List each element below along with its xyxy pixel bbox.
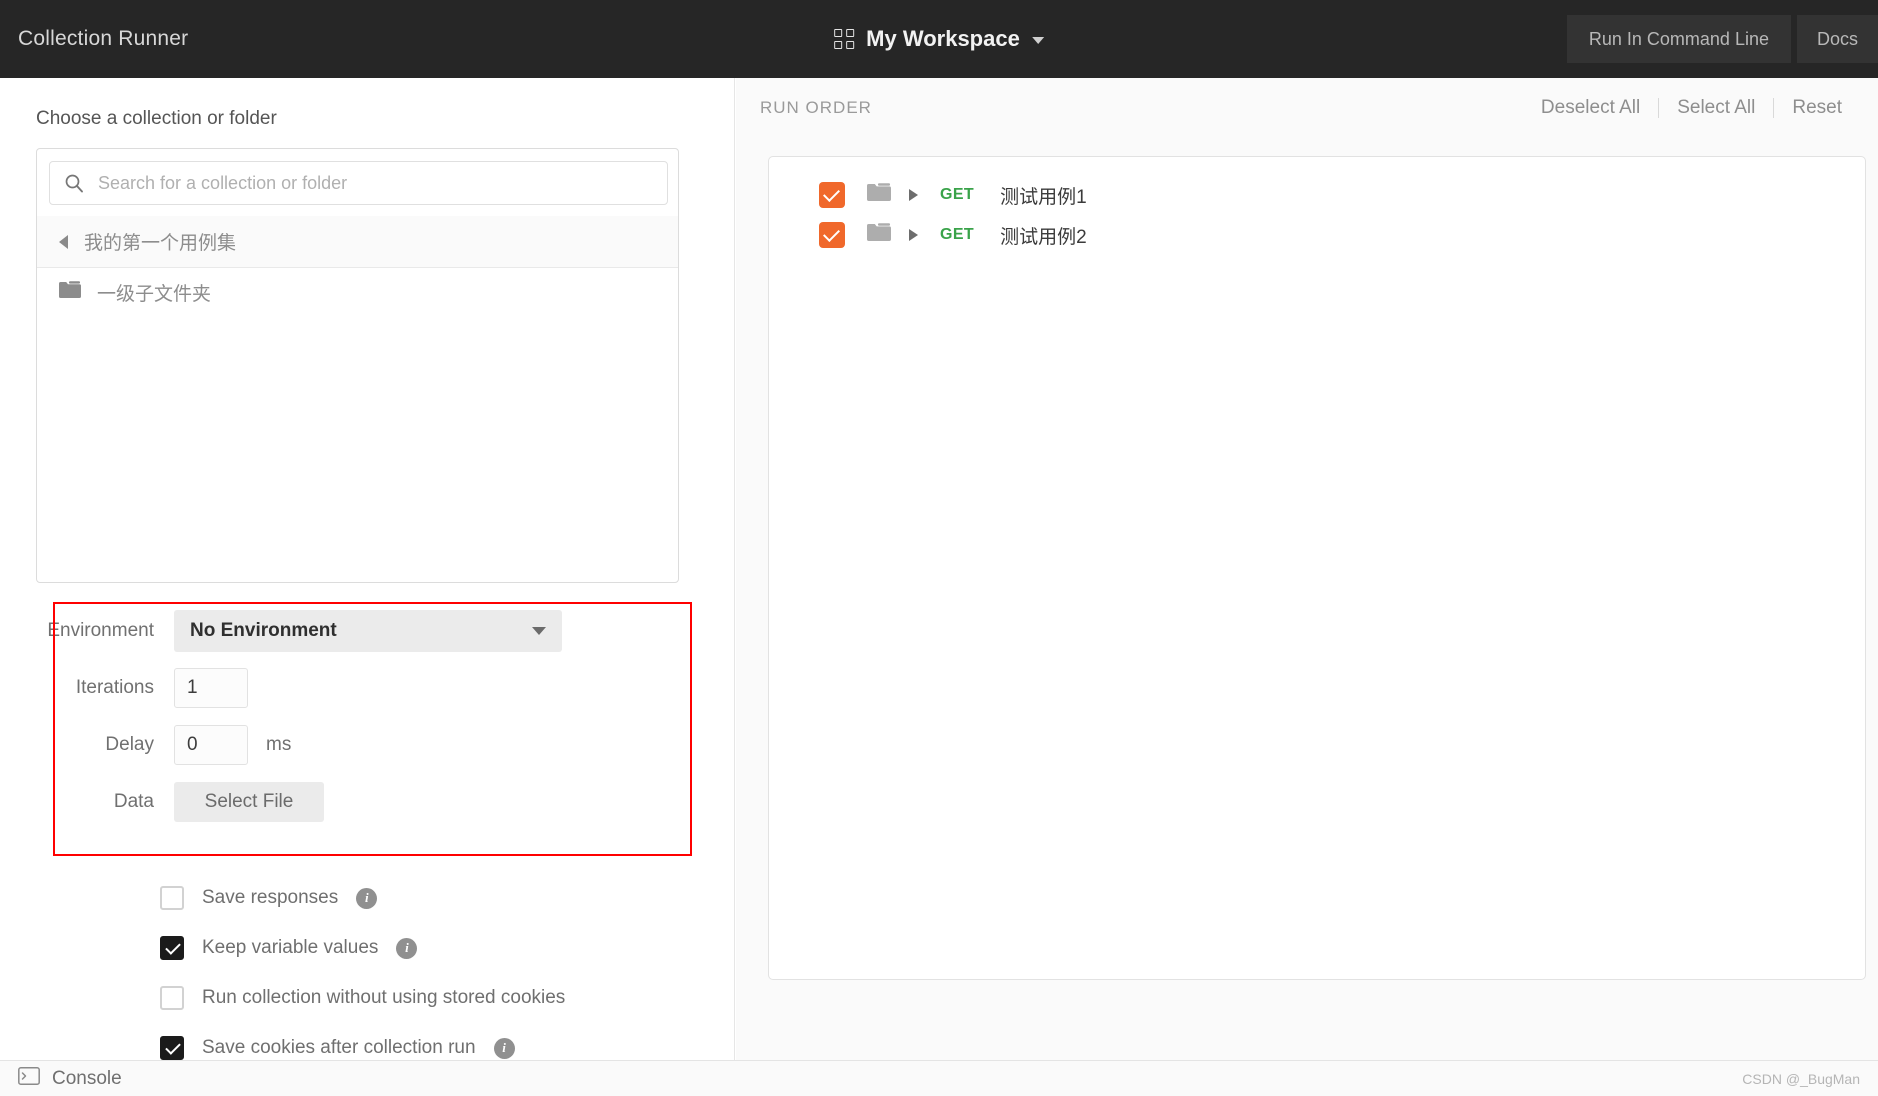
environment-select[interactable]: No Environment	[174, 609, 562, 652]
deselect-all-button[interactable]: Deselect All	[1523, 97, 1658, 119]
left-panel: Choose a collection or folder 我的第一个用例集	[0, 78, 735, 1060]
info-icon[interactable]: i	[396, 937, 418, 959]
top-bar: Collection Runner My Workspace Run In Co…	[0, 0, 1878, 78]
option-label: Run collection without using stored cook…	[202, 987, 566, 1008]
collection-runner-window: Collection Runner My Workspace Run In Co…	[0, 0, 1878, 1096]
collection-chooser: 我的第一个用例集 一级子文件夹	[36, 148, 679, 583]
folder-icon	[867, 183, 891, 207]
keep-variable-values-checkbox[interactable]	[160, 936, 184, 960]
list-item[interactable]: 一级子文件夹	[37, 268, 678, 316]
watermark: CSDN @_BugMan	[1742, 1070, 1860, 1087]
top-bar-actions: Run In Command Line Docs	[1566, 15, 1878, 63]
expand-caret-icon[interactable]	[909, 229, 918, 241]
run-without-stored-cookies-checkbox[interactable]	[160, 986, 184, 1010]
iterations-row: Iterations	[36, 659, 696, 716]
console-toggle[interactable]: Console	[18, 1067, 122, 1090]
environment-row: Environment No Environment	[36, 602, 696, 659]
run-order-bar: RUN ORDER Deselect All Select All Reset	[736, 78, 1878, 138]
console-icon	[18, 1067, 40, 1090]
save-responses-checkbox[interactable]	[160, 886, 184, 910]
delay-row: Delay ms	[36, 716, 696, 773]
search-input[interactable]	[96, 171, 653, 195]
select-file-button[interactable]: Select File	[174, 781, 324, 822]
grid-icon	[834, 29, 855, 49]
folder-icon	[867, 223, 891, 247]
data-row: Data Select File	[36, 773, 696, 830]
request-name: 测试用例1	[1000, 186, 1087, 208]
run-order-actions: Deselect All Select All Reset	[1523, 97, 1860, 119]
breadcrumb-label: 我的第一个用例集	[84, 233, 237, 254]
request-checkbox[interactable]	[819, 222, 845, 248]
expand-caret-icon[interactable]	[909, 189, 918, 201]
delay-input[interactable]	[174, 724, 248, 765]
iterations-input[interactable]	[174, 667, 248, 708]
app-title: Collection Runner	[18, 27, 189, 50]
option-label: Save cookies after collection run	[202, 1037, 476, 1058]
workspace-name: My Workspace	[866, 26, 1020, 51]
workspace-selector[interactable]: My Workspace	[834, 26, 1044, 52]
search-box[interactable]	[49, 161, 668, 205]
table-row[interactable]: GET 测试用例2	[769, 215, 1865, 255]
breadcrumb[interactable]: 我的第一个用例集	[37, 216, 678, 268]
left-panel-scrollbar-track[interactable]	[724, 78, 734, 1060]
run-order-label: RUN ORDER	[760, 98, 872, 117]
page-title: Choose a collection or folder	[36, 108, 277, 129]
iterations-label: Iterations	[75, 676, 154, 698]
data-label: Data	[113, 790, 154, 812]
delay-label: Delay	[105, 733, 154, 755]
environment-label: Environment	[47, 619, 154, 641]
run-in-command-line-button[interactable]: Run In Command Line	[1566, 15, 1791, 63]
select-all-button[interactable]: Select All	[1659, 97, 1773, 119]
table-row[interactable]: GET 测试用例1	[769, 175, 1865, 215]
request-method: GET	[940, 186, 975, 203]
folder-icon	[59, 280, 81, 304]
option-run-without-stored-cookies[interactable]: Run collection without using stored cook…	[160, 973, 680, 1023]
back-arrow-icon	[59, 234, 68, 249]
environment-value: No Environment	[190, 619, 337, 641]
reset-button[interactable]: Reset	[1774, 97, 1860, 119]
option-label: Save responses	[202, 887, 339, 908]
info-icon[interactable]: i	[493, 1037, 515, 1059]
delay-unit: ms	[266, 733, 292, 755]
option-save-cookies-after-run[interactable]: Save cookies after collection run i	[160, 1023, 680, 1060]
docs-button[interactable]: Docs	[1796, 15, 1878, 63]
option-save-responses[interactable]: Save responses i	[160, 873, 680, 923]
info-icon[interactable]: i	[356, 887, 378, 909]
run-settings: Environment No Environment Iterations De…	[36, 602, 696, 830]
run-order-list: GET 测试用例1 GET 测试用例2	[768, 156, 1866, 980]
chevron-down-icon	[532, 626, 546, 635]
save-cookies-after-run-checkbox[interactable]	[160, 1036, 184, 1060]
main-content: Choose a collection or folder 我的第一个用例集	[0, 78, 1878, 1060]
run-options: Save responses i Keep variable values i …	[160, 873, 680, 1060]
request-name: 测试用例2	[1000, 226, 1087, 248]
bottom-bar: Console CSDN @_BugMan	[0, 1060, 1878, 1096]
chevron-down-icon	[1031, 37, 1044, 44]
right-panel: RUN ORDER Deselect All Select All Reset	[736, 78, 1878, 1060]
option-label: Keep variable values	[202, 937, 379, 958]
console-label: Console	[52, 1067, 122, 1089]
search-icon	[64, 173, 84, 193]
request-checkbox[interactable]	[819, 182, 845, 208]
option-keep-variable-values[interactable]: Keep variable values i	[160, 923, 680, 973]
request-method: GET	[940, 226, 975, 243]
folder-label: 一级子文件夹	[97, 283, 212, 305]
